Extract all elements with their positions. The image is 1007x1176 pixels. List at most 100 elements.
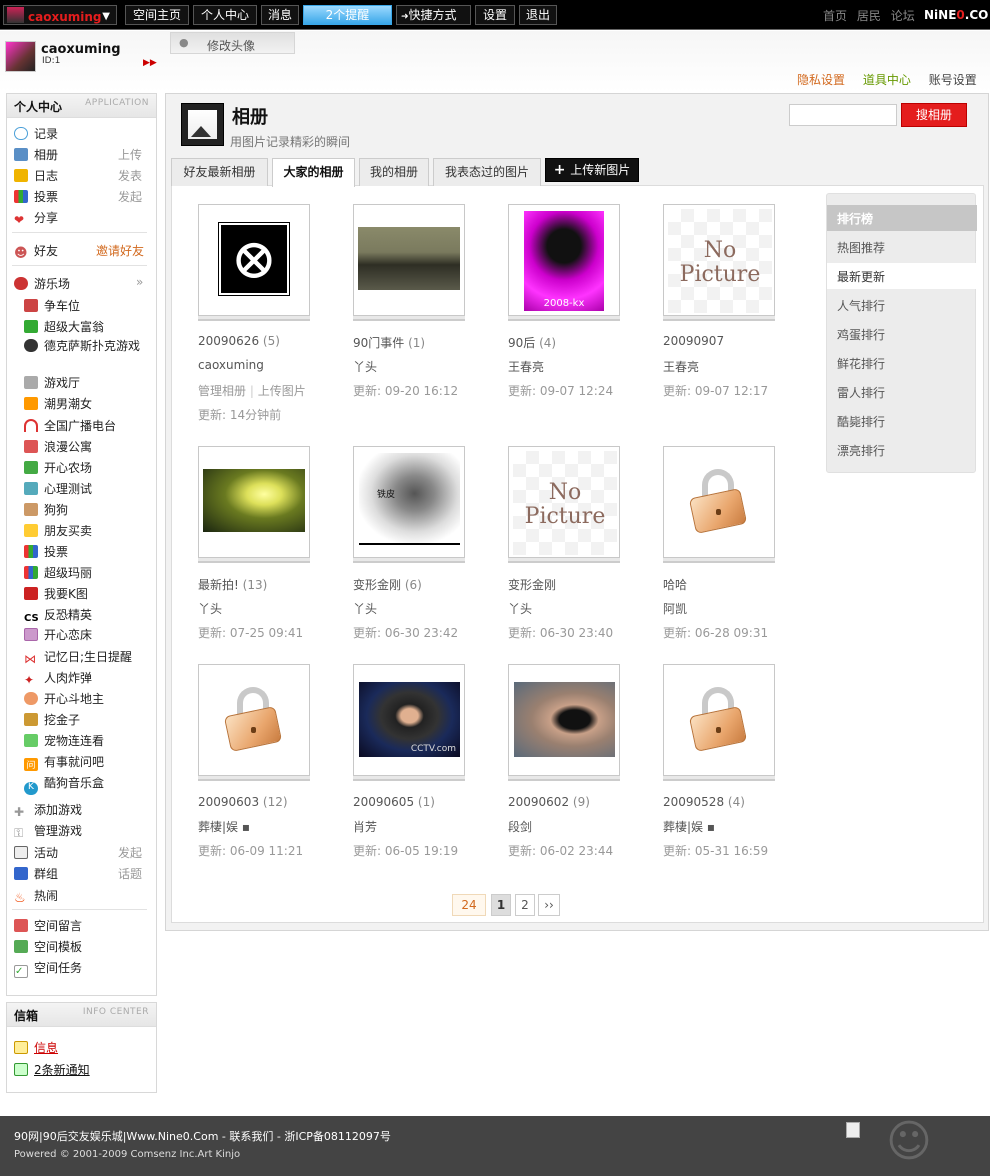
album-card[interactable] <box>353 204 466 321</box>
pager-page-current[interactable]: 1 <box>491 894 511 916</box>
upload-link[interactable]: 上传 <box>118 146 142 163</box>
ranking-item[interactable]: 人气排行 <box>827 292 977 318</box>
album-thumbnail[interactable] <box>198 446 310 558</box>
album-name[interactable]: 90后 (4) <box>508 334 556 351</box>
album-card[interactable] <box>508 664 621 781</box>
album-thumbnail[interactable] <box>508 664 620 776</box>
sidebar-item-groups[interactable]: 群组 话题 <box>14 865 142 883</box>
album-owner[interactable]: caoxuming <box>198 358 264 372</box>
album-owner[interactable]: 丫头 <box>198 600 222 617</box>
sidebar-item-tasks[interactable]: ✓ 空间任务 <box>14 959 82 978</box>
sidebar-item-playground[interactable]: 游乐场 » <box>14 275 143 293</box>
album-thumbnail[interactable]: 铁皮 <box>353 446 465 558</box>
pager-next[interactable]: ›› <box>538 894 560 916</box>
album-owner[interactable]: 段剑 <box>508 818 532 835</box>
upload-picture-link[interactable]: 上传图片 <box>258 384 306 398</box>
album-thumbnail[interactable]: No Picture <box>663 204 775 316</box>
album-card[interactable] <box>198 664 311 781</box>
game-item[interactable]: 朋友买卖 <box>24 522 92 539</box>
album-owner[interactable]: 王春亮 <box>663 358 699 375</box>
album-card[interactable] <box>198 446 311 563</box>
album-card[interactable] <box>663 446 776 563</box>
sidebar-item-guestbook[interactable]: 空间留言 <box>14 917 82 935</box>
manage-games-link[interactable]: ⚿ 管理游戏 <box>14 822 82 840</box>
game-item[interactable]: 全国广播电台 <box>24 417 116 434</box>
sidebar-item-poll[interactable]: 投票 发起 <box>14 188 142 206</box>
privacy-settings-link[interactable]: 隐私设置 <box>797 73 845 87</box>
game-item[interactable]: 投票 <box>24 543 68 560</box>
album-card[interactable]: ⊗ <box>198 204 311 321</box>
sidebar-item-templates[interactable]: 空间模板 <box>14 938 82 956</box>
game-item[interactable]: 挖金子 <box>24 711 80 728</box>
album-thumbnail[interactable]: 2008-kx <box>508 204 620 316</box>
account-settings-link[interactable]: 账号设置 <box>929 73 977 87</box>
game-item[interactable]: 宠物连连看 <box>24 732 104 749</box>
game-item[interactable]: 潮男潮女 <box>24 395 92 412</box>
nav-logout[interactable]: 退出 <box>519 5 557 25</box>
album-card[interactable]: CCTV.com <box>353 664 466 781</box>
upload-picture-button[interactable]: + 上传新图片 <box>545 158 639 182</box>
pager-page[interactable]: 2 <box>515 894 535 916</box>
game-item[interactable]: 争车位 <box>24 297 80 314</box>
album-owner[interactable]: 丫头 <box>353 600 377 617</box>
game-item[interactable]: 超级大富翁 <box>24 318 104 335</box>
album-thumbnail[interactable]: CCTV.com <box>353 664 465 776</box>
tab-my-albums[interactable]: 我的相册 <box>359 158 429 186</box>
nav-personal-center[interactable]: 个人中心 <box>193 5 257 25</box>
album-thumbnail[interactable]: No Picture <box>508 446 620 558</box>
game-item[interactable]: 开心农场 <box>24 459 92 476</box>
ranking-item[interactable]: 酷毙排行 <box>827 408 977 434</box>
props-center-link[interactable]: 道具中心 <box>863 73 911 87</box>
album-thumbnail[interactable] <box>353 204 465 316</box>
album-card[interactable]: No Picture <box>508 446 621 563</box>
search-album-button[interactable]: 搜相册 <box>901 103 967 127</box>
manage-album-link[interactable]: 管理相册 <box>198 384 246 398</box>
link-residents[interactable]: 居民 <box>857 9 881 23</box>
album-name[interactable]: 20090602 (9) <box>508 795 590 809</box>
ranking-item[interactable]: 鲜花排行 <box>827 350 977 376</box>
sidebar-item-blog[interactable]: 日志 发表 <box>14 167 142 185</box>
game-item[interactable]: 开心恋床 <box>24 626 92 643</box>
sidebar-item-hot[interactable]: ♨ 热闹 <box>14 887 58 906</box>
game-item[interactable]: 我要K图 <box>24 585 88 602</box>
ranking-item[interactable]: 鸡蛋排行 <box>827 321 977 347</box>
album-search-input[interactable] <box>789 104 897 126</box>
tab-friends-albums[interactable]: 好友最新相册 <box>171 158 268 186</box>
game-item[interactable]: 德克萨斯扑克游戏 <box>24 339 146 354</box>
game-item[interactable]: ⋈ 记忆日;生日提醒 <box>24 648 132 666</box>
album-name[interactable]: 变形金刚 <box>508 576 556 593</box>
nav-alerts[interactable]: 2个提醒 <box>303 5 392 25</box>
sidebar-item-album[interactable]: 相册 上传 <box>14 146 142 164</box>
inbox-messages-link[interactable]: 信息 <box>14 1039 58 1057</box>
collapse-chevron-icon[interactable]: » <box>136 275 143 289</box>
add-game-link[interactable]: ✚ 添加游戏 <box>14 801 82 819</box>
tab-rated-pictures[interactable]: 我表态过的图片 <box>433 158 541 186</box>
album-card[interactable]: No Picture <box>663 204 776 321</box>
album-card[interactable]: 铁皮 <box>353 446 466 563</box>
nav-settings[interactable]: 设置 <box>475 5 515 25</box>
game-item[interactable]: 浪漫公寓 <box>24 438 92 455</box>
tab-everyone-albums[interactable]: 大家的相册 <box>272 158 355 187</box>
album-card[interactable] <box>663 664 776 781</box>
album-name[interactable]: 哈哈 <box>663 576 687 593</box>
album-thumbnail[interactable]: ⊗ <box>198 204 310 316</box>
album-owner[interactable]: 阿凯 <box>663 600 687 617</box>
sidebar-item-share[interactable]: ❤ 分享 <box>14 209 58 227</box>
site-logo[interactable]: NiNE0.CO <box>924 8 988 22</box>
album-owner[interactable]: 王春亮 <box>508 358 544 375</box>
nav-space-home[interactable]: 空间主页 <box>125 5 189 25</box>
link-home[interactable]: 首页 <box>823 9 847 23</box>
game-item[interactable]: CS 反恐精英 <box>24 606 92 626</box>
game-item[interactable]: 心理测试 <box>24 480 92 497</box>
nav-shortcuts[interactable]: ➜快捷方式 <box>396 5 471 25</box>
invite-friends-link[interactable]: 邀请好友 <box>96 242 144 259</box>
album-owner[interactable]: 葬棲|娱 ▪ <box>198 818 250 835</box>
user-menu[interactable]: caoxuming ▼ <box>3 5 117 25</box>
footer-links[interactable]: 90网|90后交友娱乐城|Www.Nine0.Com - 联系我们 - 浙ICP… <box>14 1128 391 1144</box>
album-thumbnail[interactable] <box>663 664 775 776</box>
game-item[interactable]: 狗狗 <box>24 501 68 518</box>
topic-link[interactable]: 话题 <box>118 865 142 882</box>
game-item[interactable]: 超级玛丽 <box>24 564 92 581</box>
avatar[interactable] <box>5 41 36 72</box>
album-owner[interactable]: 葬棲|娱 ▪ <box>663 818 715 835</box>
